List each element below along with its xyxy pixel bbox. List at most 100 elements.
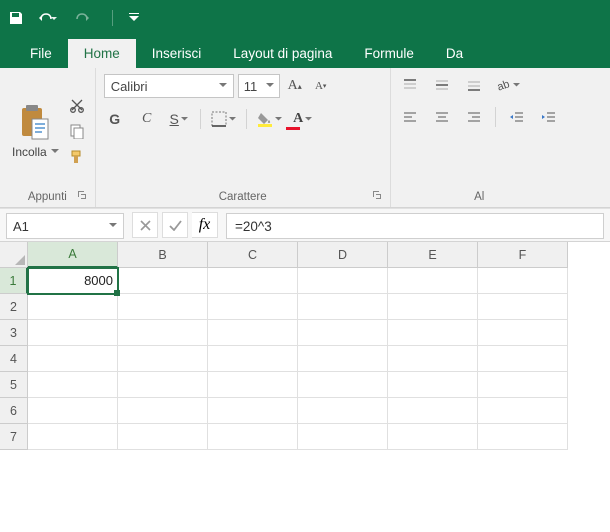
font-name-value: Calibri bbox=[111, 79, 148, 94]
column-header-F[interactable]: F bbox=[478, 242, 568, 268]
align-left-button[interactable] bbox=[399, 106, 421, 128]
align-center-button[interactable] bbox=[431, 106, 453, 128]
cut-button[interactable] bbox=[67, 95, 87, 115]
align-top-button[interactable] bbox=[399, 74, 421, 96]
dialog-launcher-icon[interactable] bbox=[77, 190, 87, 203]
column-header-C[interactable]: C bbox=[208, 242, 298, 268]
cell-C4[interactable] bbox=[208, 346, 298, 372]
row-header-6[interactable]: 6 bbox=[0, 398, 28, 424]
cell-A2[interactable] bbox=[28, 294, 118, 320]
decrease-indent-button[interactable] bbox=[506, 106, 528, 128]
paste-button[interactable]: Incolla bbox=[8, 101, 63, 161]
undo-button[interactable] bbox=[38, 10, 60, 26]
cell-B5[interactable] bbox=[118, 372, 208, 398]
cell-D6[interactable] bbox=[298, 398, 388, 424]
align-bottom-button[interactable] bbox=[463, 74, 485, 96]
column-header-E[interactable]: E bbox=[388, 242, 478, 268]
underline-button[interactable]: S bbox=[168, 108, 190, 130]
cell-C1[interactable] bbox=[208, 268, 298, 294]
decrease-font-size-button[interactable]: A▾ bbox=[310, 75, 332, 97]
tab-file[interactable]: File bbox=[14, 39, 68, 68]
cell-E6[interactable] bbox=[388, 398, 478, 424]
cell-B1[interactable] bbox=[118, 268, 208, 294]
cell-A1[interactable]: 8000 bbox=[28, 268, 118, 294]
row-header-1[interactable]: 1 bbox=[0, 268, 28, 294]
cell-C3[interactable] bbox=[208, 320, 298, 346]
name-box[interactable]: A1 bbox=[6, 213, 124, 239]
increase-indent-button[interactable] bbox=[538, 106, 560, 128]
cell-A5[interactable] bbox=[28, 372, 118, 398]
cell-E4[interactable] bbox=[388, 346, 478, 372]
insert-function-button[interactable]: fx bbox=[192, 212, 218, 238]
cell-B7[interactable] bbox=[118, 424, 208, 450]
increase-font-size-button[interactable]: A▴ bbox=[284, 75, 306, 97]
cell-E3[interactable] bbox=[388, 320, 478, 346]
cell-D1[interactable] bbox=[298, 268, 388, 294]
tab-formulas[interactable]: Formule bbox=[348, 39, 430, 68]
column-header-A[interactable]: A bbox=[28, 242, 118, 268]
tab-insert[interactable]: Inserisci bbox=[136, 39, 218, 68]
cell-D5[interactable] bbox=[298, 372, 388, 398]
cell-B3[interactable] bbox=[118, 320, 208, 346]
cancel-formula-button[interactable] bbox=[132, 212, 158, 238]
copy-button[interactable] bbox=[67, 121, 87, 141]
cell-F4[interactable] bbox=[478, 346, 568, 372]
select-all-corner[interactable] bbox=[0, 242, 28, 268]
cell-F5[interactable] bbox=[478, 372, 568, 398]
cell-E5[interactable] bbox=[388, 372, 478, 398]
cell-E2[interactable] bbox=[388, 294, 478, 320]
row-header-3[interactable]: 3 bbox=[0, 320, 28, 346]
worksheet-grid[interactable]: A B C D E F 1 8000 2 3 4 5 6 7 bbox=[0, 242, 610, 450]
bold-button[interactable]: G bbox=[104, 108, 126, 130]
cell-D3[interactable] bbox=[298, 320, 388, 346]
cell-E7[interactable] bbox=[388, 424, 478, 450]
cell-C7[interactable] bbox=[208, 424, 298, 450]
cell-E1[interactable] bbox=[388, 268, 478, 294]
cell-C6[interactable] bbox=[208, 398, 298, 424]
format-painter-button[interactable] bbox=[67, 147, 87, 167]
cell-A7[interactable] bbox=[28, 424, 118, 450]
cell-F3[interactable] bbox=[478, 320, 568, 346]
customize-qat-icon[interactable] bbox=[129, 13, 139, 23]
font-size-combobox[interactable]: 11 bbox=[238, 74, 280, 98]
formula-input[interactable] bbox=[226, 213, 604, 239]
align-right-button[interactable] bbox=[463, 106, 485, 128]
cell-F6[interactable] bbox=[478, 398, 568, 424]
borders-button[interactable] bbox=[211, 108, 236, 130]
font-size-value: 11 bbox=[244, 79, 258, 94]
row-header-4[interactable]: 4 bbox=[0, 346, 28, 372]
column-header-B[interactable]: B bbox=[118, 242, 208, 268]
enter-formula-button[interactable] bbox=[162, 212, 188, 238]
cell-B6[interactable] bbox=[118, 398, 208, 424]
dialog-launcher-icon[interactable] bbox=[372, 190, 382, 203]
italic-button[interactable]: C bbox=[136, 108, 158, 130]
tab-data[interactable]: Da bbox=[430, 39, 479, 68]
cell-F2[interactable] bbox=[478, 294, 568, 320]
cell-C5[interactable] bbox=[208, 372, 298, 398]
tab-page-layout[interactable]: Layout di pagina bbox=[217, 39, 348, 68]
chevron-down-icon bbox=[219, 83, 227, 89]
cell-D2[interactable] bbox=[298, 294, 388, 320]
cell-F7[interactable] bbox=[478, 424, 568, 450]
paste-icon bbox=[18, 103, 52, 143]
align-middle-button[interactable] bbox=[431, 74, 453, 96]
row-header-7[interactable]: 7 bbox=[0, 424, 28, 450]
cell-B4[interactable] bbox=[118, 346, 208, 372]
tab-home[interactable]: Home bbox=[68, 39, 136, 68]
font-color-swatch bbox=[286, 127, 300, 130]
cell-D7[interactable] bbox=[298, 424, 388, 450]
column-header-D[interactable]: D bbox=[298, 242, 388, 268]
cell-A4[interactable] bbox=[28, 346, 118, 372]
cell-B2[interactable] bbox=[118, 294, 208, 320]
cell-C2[interactable] bbox=[208, 294, 298, 320]
row-header-2[interactable]: 2 bbox=[0, 294, 28, 320]
save-icon[interactable] bbox=[8, 10, 24, 26]
cell-A3[interactable] bbox=[28, 320, 118, 346]
fill-color-button[interactable] bbox=[257, 108, 282, 130]
cell-F1[interactable] bbox=[478, 268, 568, 294]
cell-A6[interactable] bbox=[28, 398, 118, 424]
font-name-combobox[interactable]: Calibri bbox=[104, 74, 234, 98]
orientation-button[interactable]: ab bbox=[495, 74, 520, 96]
row-header-5[interactable]: 5 bbox=[0, 372, 28, 398]
cell-D4[interactable] bbox=[298, 346, 388, 372]
